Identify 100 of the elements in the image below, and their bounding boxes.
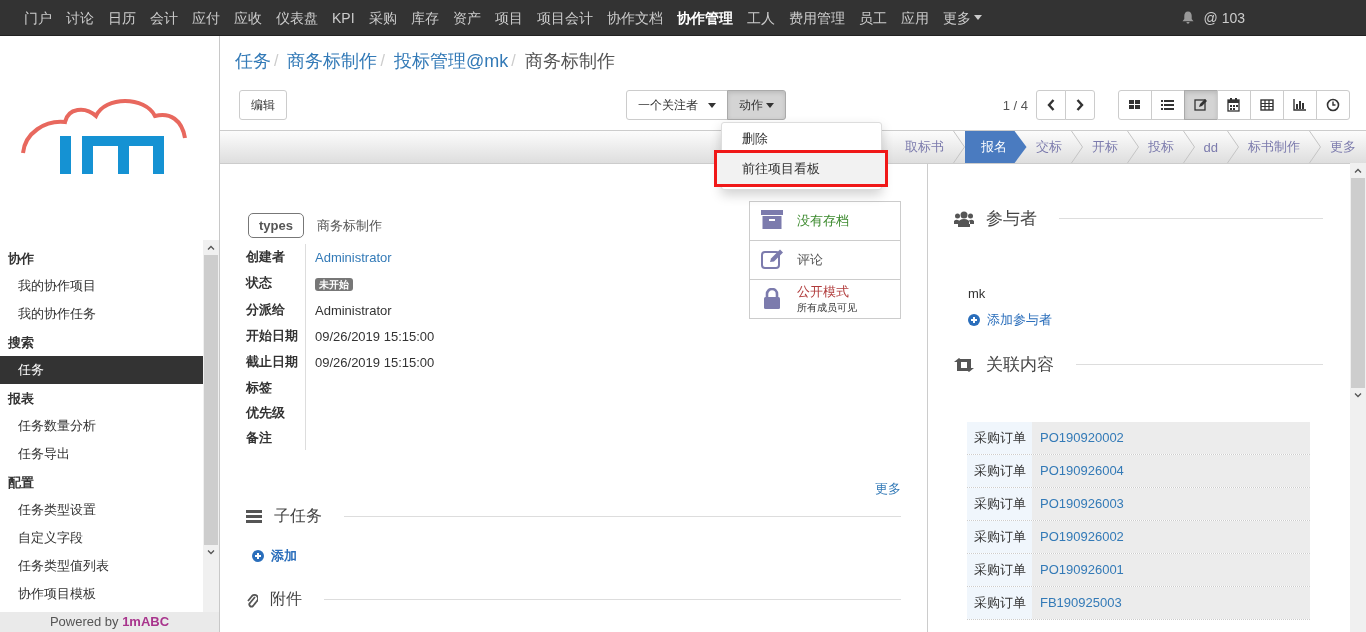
view-switch-button[interactable] [1250,90,1284,120]
follower-name: mk [968,286,987,301]
record-link[interactable]: PO190920002 [1040,430,1124,445]
plus-circle-icon [252,550,264,562]
users-icon [954,210,974,227]
stage-step[interactable]: 取标书 [895,131,965,163]
status-badge: 未开始 [315,278,353,291]
view-switch-button[interactable] [1118,90,1152,120]
nav-menu-item[interactable]: 项目 [487,7,530,28]
menu-section-title: 搜索 [7,334,35,352]
mentions-link[interactable]: @ 103 [1203,9,1245,26]
record-link[interactable]: PO190926002 [1040,529,1124,544]
view-switch-button[interactable] [1217,90,1251,120]
tasks-icon [246,510,262,523]
caret-icon [973,15,982,20]
sidebar-item[interactable]: 任务导出 [0,440,203,468]
sidebar-item[interactable]: 任务类型值列表 [0,552,203,580]
nav-menu-item[interactable]: 协作文档 [599,7,670,28]
add-subtask-link[interactable]: 添加 [252,547,297,565]
nav-menu-item[interactable]: 资产 [445,7,488,28]
edit-button[interactable]: 编辑 [239,90,287,120]
nav-menu-item[interactable]: 应用 [893,7,936,28]
nav-menu-item[interactable]: 协作管理 [669,7,740,28]
stage-step[interactable]: 标书制作 [1239,131,1321,163]
nav-menu-item[interactable]: 讨论 [59,7,101,28]
add-follower-link[interactable]: 添加参与者 [968,311,1052,329]
table-cell: 采购订单 [967,488,1032,520]
scrollbar[interactable] [1350,163,1366,632]
type-value: 商务标制作 [316,216,382,235]
breadcrumb-link[interactable]: 投标管理@mk [393,49,509,73]
nav-menu-item[interactable]: 项目会计 [529,7,600,28]
nav-menu-item[interactable]: 应付 [185,7,227,28]
record-link[interactable]: PO190926001 [1040,562,1124,577]
sidebar-item[interactable]: 我的协作项目 [0,272,203,300]
edit-icon [1194,98,1208,112]
nav-menu-item[interactable]: 采购 [361,7,404,28]
scroll-down-icon [1354,393,1362,398]
record-link[interactable]: PO190926003 [1040,496,1124,511]
stage-step[interactable]: dd [1194,131,1239,163]
stage-step[interactable]: 报名 [964,131,1027,163]
clock-icon [1326,98,1340,112]
chevron-left-icon [1047,99,1055,111]
section-title: 关联内容 [986,354,1054,376]
plus-circle-icon [968,314,980,326]
stage-step[interactable]: 投标 [1138,131,1195,163]
view-switch-button[interactable] [1316,90,1350,120]
record-link[interactable]: FB190925003 [1040,595,1122,610]
record-link[interactable]: PO190926004 [1040,463,1124,478]
stage-step[interactable]: 更多 [1321,131,1364,163]
view-switch-button[interactable] [1151,90,1185,120]
calendar-icon [1227,98,1241,112]
bar-chart-icon [1293,98,1307,112]
chevron-right-icon [1076,99,1084,111]
nav-menu-item[interactable]: 费用管理 [781,7,852,28]
kanban-icon [1128,98,1142,112]
sidebar-item[interactable]: 任务数量分析 [0,412,203,440]
nav-menu-item[interactable]: 员工 [851,7,894,28]
edit-icon [761,249,783,271]
nav-menu-item[interactable]: 应收 [227,7,269,28]
type-tag: types [248,213,304,238]
table-cell: 采购订单 [967,422,1032,454]
dropdown-menu-item[interactable]: 删除 [722,128,881,150]
nav-menu-item[interactable]: 会计 [143,7,185,28]
nav-menu-item[interactable]: KPI [325,7,362,28]
field-value: 09/26/2019 15:15:00 [315,329,435,344]
view-switch-button[interactable] [1184,90,1218,120]
action-dropdown[interactable]: 动作 [727,90,786,120]
breadcrumb-separator: / [380,52,385,70]
next-button[interactable] [1065,90,1095,120]
sidebar-item[interactable]: 我的协作任务 [0,300,203,328]
scrollbar[interactable] [203,240,219,612]
nav-menu-item[interactable]: 库存 [403,7,446,28]
sidebar-item[interactable]: 任务 [0,356,203,384]
followers-dropdown[interactable]: 一个关注者 [626,90,728,120]
section-title: 子任务 [274,506,322,526]
nav-menu-item[interactable]: 门户 [17,7,59,28]
scroll-down-icon [207,550,215,555]
menu-section-title: 报表 [6,390,35,408]
breadcrumb-link[interactable]: 商务标制作 [287,49,378,73]
scroll-up-icon [207,245,215,250]
more-link[interactable]: 更多 [875,480,901,498]
sidebar-item[interactable]: 自定义字段 [0,524,203,552]
previous-button[interactable] [1036,90,1066,120]
view-switch-button[interactable] [1283,90,1317,120]
powered-by-text: Powered by 1mABC [0,612,219,632]
caret-icon [708,102,716,108]
breadcrumb-link[interactable]: 任务 [235,49,271,73]
nav-menu-item[interactable]: 工人 [739,7,782,28]
field-link[interactable]: Administrator [315,250,392,265]
more-menu[interactable]: 更多 [935,7,989,28]
nav-menu-item[interactable]: 日历 [101,7,143,28]
dropdown-menu-item[interactable]: 前往项目看板 [714,150,888,187]
field-label: 备注 [246,425,306,450]
stage-step[interactable]: 交标 [1026,131,1083,163]
nav-menu-item[interactable]: 仪表盘 [269,7,325,28]
stage-step[interactable]: 开标 [1082,131,1139,163]
section-title: 附件 [270,589,302,609]
sidebar-item[interactable]: 任务类型设置 [0,496,203,524]
sidebar-item[interactable]: 协作项目模板 [0,580,203,608]
field-label: 标签 [246,375,306,400]
